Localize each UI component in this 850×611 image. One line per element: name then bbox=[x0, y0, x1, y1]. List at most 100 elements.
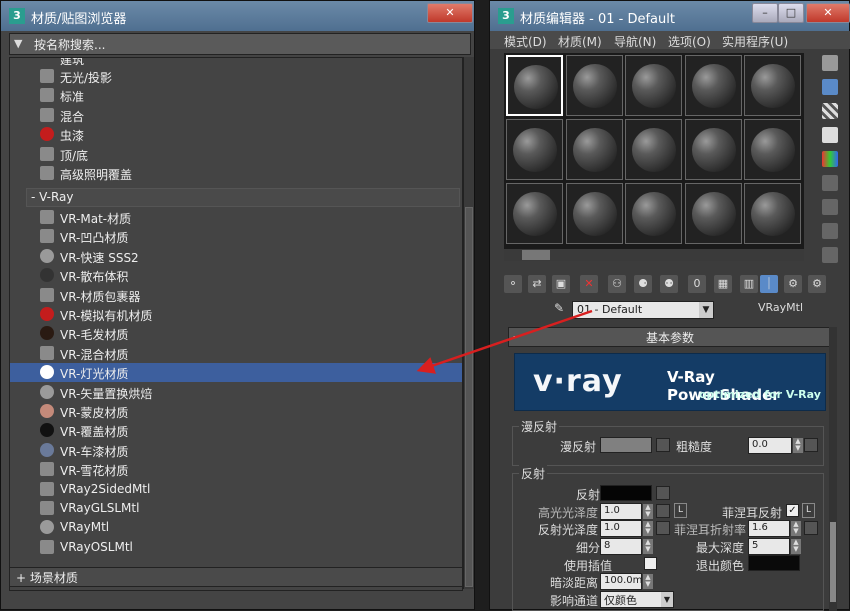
maximize-button[interactable]: □ bbox=[778, 3, 804, 23]
list-item[interactable]: VR-凹凸材质 bbox=[38, 227, 458, 246]
sample-slot-grid[interactable] bbox=[504, 53, 804, 249]
background-icon[interactable] bbox=[822, 103, 838, 119]
options-icon[interactable] bbox=[822, 199, 838, 215]
diffuse-color-swatch[interactable] bbox=[600, 437, 652, 453]
collapse-arrow-icon[interactable]: ▼ bbox=[14, 37, 22, 50]
material-sample-slot[interactable] bbox=[684, 119, 742, 180]
list-item[interactable]: 混合 bbox=[38, 106, 458, 125]
get-material-icon[interactable]: ⚬ bbox=[504, 275, 522, 293]
hilight-lock-button[interactable]: L bbox=[674, 503, 687, 518]
fresnel-lock-button[interactable]: L bbox=[802, 503, 815, 518]
spinner-arrows-icon[interactable]: ▲ ▼ bbox=[643, 539, 653, 554]
chevron-down-icon[interactable]: ▼ bbox=[661, 592, 673, 607]
material-sample-slot[interactable] bbox=[684, 183, 742, 244]
list-item[interactable]: 顶/底 bbox=[38, 145, 458, 164]
browser-titlebar[interactable]: 3 材质/贴图浏览器 ✕ bbox=[1, 1, 474, 31]
list-item[interactable]: VR-蒙皮材质 bbox=[38, 402, 458, 421]
scrollbar-thumb[interactable] bbox=[522, 250, 550, 260]
pick-material-icon[interactable]: ⚙ bbox=[808, 275, 826, 293]
editor-titlebar[interactable]: 3 材质编辑器 - 01 - Default – □ ✕ bbox=[490, 1, 850, 31]
material-sample-slot[interactable] bbox=[744, 119, 801, 180]
copy-material-icon[interactable]: ⚇ bbox=[608, 275, 626, 293]
dim-distance-spinner[interactable]: 100.0m ▲ ▼ bbox=[600, 573, 653, 590]
list-item[interactable]: 高级照明覆盖 bbox=[38, 164, 458, 183]
show-end-result-icon[interactable]: ▥ bbox=[740, 275, 758, 293]
refl-gloss-spinner[interactable]: 1.0 ▲ ▼ bbox=[600, 520, 653, 537]
search-field[interactable]: ▼ 按名称搜索... bbox=[9, 33, 471, 55]
material-name-combo[interactable]: 01 - Default ▼ bbox=[572, 301, 714, 319]
material-sample-slot[interactable] bbox=[625, 119, 682, 180]
menu-utilities[interactable]: 实用程序(U) bbox=[722, 33, 788, 50]
list-item[interactable]: 虫漆 bbox=[38, 125, 458, 144]
reflect-color-swatch[interactable] bbox=[600, 485, 652, 501]
material-type-button[interactable]: VRayMtl bbox=[758, 301, 803, 314]
sample-type-icon[interactable] bbox=[822, 55, 838, 71]
vray-group-header[interactable]: - V-Ray bbox=[26, 188, 460, 207]
video-color-check-icon[interactable] bbox=[822, 151, 838, 167]
material-list[interactable]: 建筑 无光/投影 标准 混合 虫漆 顶/底 高级照明覆盖 - V-Ray VR-Mat-材质 VR… bbox=[9, 57, 463, 591]
fresnel-checkbox[interactable]: ✓ bbox=[786, 504, 799, 517]
material-id-channel-icon[interactable]: 0 bbox=[688, 275, 706, 293]
diffuse-map-button[interactable] bbox=[656, 438, 670, 452]
list-item[interactable]: VRayGLSLMtl bbox=[38, 499, 458, 518]
subdivs-spinner[interactable]: 8 ▲ ▼ bbox=[600, 538, 653, 555]
go-to-parent-icon[interactable]: ⏐ bbox=[760, 275, 778, 293]
material-sample-slot[interactable] bbox=[744, 183, 801, 244]
material-navigator-icon[interactable] bbox=[822, 247, 838, 263]
list-item[interactable]: VR-矢量置换烘焙 bbox=[38, 383, 458, 402]
list-item[interactable]: VRayOSLMtl bbox=[38, 538, 458, 557]
list-item[interactable]: VR-车漆材质 bbox=[38, 441, 458, 460]
material-sample-slot[interactable] bbox=[684, 55, 742, 116]
list-item[interactable]: VR-Mat-材质 bbox=[38, 208, 458, 227]
hilight-gloss-map-button[interactable] bbox=[656, 504, 670, 518]
slot-horizontal-scrollbar[interactable] bbox=[504, 249, 804, 261]
list-item[interactable]: 无光/投影 bbox=[38, 67, 458, 86]
use-interp-checkbox[interactable] bbox=[644, 557, 657, 570]
menu-material[interactable]: 材质(M) bbox=[558, 33, 602, 50]
put-to-scene-icon[interactable]: ⇄ bbox=[528, 275, 546, 293]
refl-gloss-map-button[interactable] bbox=[656, 521, 670, 535]
material-sample-slot[interactable] bbox=[565, 183, 623, 244]
spinner-arrows-icon[interactable]: ▲ ▼ bbox=[643, 521, 653, 536]
list-item[interactable]: VR-混合材质 bbox=[38, 344, 458, 363]
material-sample-slot[interactable] bbox=[565, 119, 623, 180]
vertical-scrollbar[interactable] bbox=[463, 57, 474, 589]
basic-parameters-rollout[interactable]: - 基本参数 bbox=[508, 327, 832, 347]
go-forward-sibling-icon[interactable]: ⚙ bbox=[784, 275, 802, 293]
chevron-down-icon[interactable]: ▼ bbox=[699, 302, 713, 318]
list-item[interactable]: 标准 bbox=[38, 86, 458, 105]
spinner-arrows-icon[interactable]: ▲ ▼ bbox=[793, 438, 803, 453]
menu-mode[interactable]: 模式(D) bbox=[504, 33, 547, 50]
list-item[interactable]: VR-模拟有机材质 bbox=[38, 305, 458, 324]
list-item[interactable]: VR-毛发材质 bbox=[38, 324, 458, 343]
params-vertical-scrollbar[interactable] bbox=[829, 327, 837, 611]
backlight-icon[interactable] bbox=[822, 79, 838, 95]
scene-materials-group[interactable]: + 场景材质 bbox=[9, 567, 463, 587]
exit-color-swatch[interactable] bbox=[748, 555, 800, 571]
spinner-arrows-icon[interactable]: ▲ ▼ bbox=[643, 504, 653, 519]
material-sample-slot[interactable] bbox=[506, 55, 563, 116]
spinner-arrows-icon[interactable]: ▲ ▼ bbox=[791, 539, 801, 554]
affect-channels-dropdown[interactable]: 仅颜色 ▼ bbox=[600, 591, 674, 608]
hilight-gloss-spinner[interactable]: 1.0 ▲ ▼ bbox=[600, 503, 653, 520]
make-unique-icon[interactable]: ⚈ bbox=[634, 275, 652, 293]
fresnel-ior-map-button[interactable] bbox=[804, 521, 818, 535]
close-button[interactable]: ✕ bbox=[806, 3, 850, 23]
spinner-arrows-icon[interactable]: ▲ ▼ bbox=[643, 574, 653, 589]
list-item[interactable]: VR-快速 SSS2 bbox=[38, 247, 458, 266]
material-sample-slot[interactable] bbox=[506, 119, 563, 180]
reflect-map-button[interactable] bbox=[656, 486, 670, 500]
list-item[interactable]: VR-雪花材质 bbox=[38, 460, 458, 479]
scrollbar-thumb[interactable] bbox=[465, 207, 473, 587]
list-item[interactable]: VRay2SidedMtl bbox=[38, 480, 458, 499]
list-item[interactable]: VR-材质包裹器 bbox=[38, 286, 458, 305]
roughness-spinner[interactable]: 0.0 ▲ ▼ bbox=[748, 437, 803, 454]
uv-tiling-icon[interactable] bbox=[822, 127, 838, 143]
roughness-map-button[interactable] bbox=[804, 438, 818, 452]
list-item[interactable]: VRayMtl bbox=[38, 518, 458, 537]
material-sample-slot[interactable] bbox=[506, 183, 563, 244]
material-sample-slot[interactable] bbox=[625, 55, 682, 116]
material-sample-slot[interactable] bbox=[565, 55, 623, 116]
put-to-library-icon[interactable]: ⚉ bbox=[660, 275, 678, 293]
spinner-arrows-icon[interactable]: ▲ ▼ bbox=[791, 521, 801, 536]
